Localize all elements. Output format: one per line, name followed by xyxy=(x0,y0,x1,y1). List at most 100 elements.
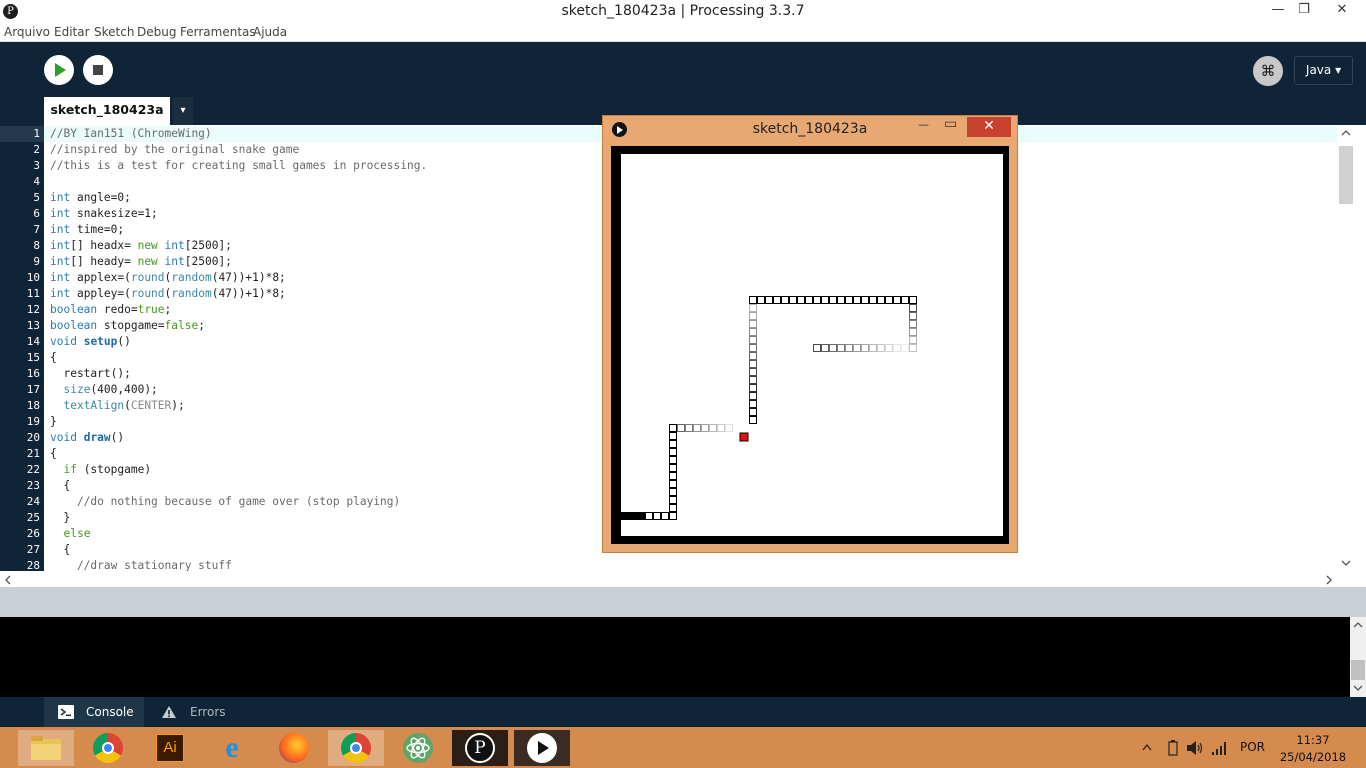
tab-errors[interactable]: Errors xyxy=(148,697,238,727)
console-scroll-thumb[interactable] xyxy=(1351,660,1365,680)
code-line: int time=0; xyxy=(50,223,125,236)
taskbar-sketch-run[interactable] xyxy=(514,730,570,766)
taskbar-internet-explorer[interactable]: e xyxy=(204,730,260,766)
game-canvas[interactable] xyxy=(621,154,1003,536)
code-line: int snakesize=1; xyxy=(50,207,158,220)
console-area[interactable] xyxy=(0,617,1350,697)
clock-date[interactable]: 25/04/2018 xyxy=(1276,750,1350,764)
close-button[interactable]: ✕ xyxy=(1327,0,1357,22)
menu-arquivo[interactable]: Arquivo xyxy=(4,25,50,39)
line-number: 16 xyxy=(26,367,40,380)
snake-tail-block xyxy=(621,512,629,520)
snake-segment xyxy=(877,296,885,304)
scroll-down-icon[interactable] xyxy=(1340,558,1352,568)
snake-tail-block xyxy=(629,512,637,520)
editor-scroll-thumb[interactable] xyxy=(1339,146,1353,204)
debugger-icon[interactable]: ⌘ xyxy=(1253,56,1283,86)
snake-segment xyxy=(805,296,813,304)
sketch-play-icon xyxy=(527,733,557,763)
snake-segment xyxy=(901,344,909,352)
snake-segment xyxy=(773,296,781,304)
taskbar-firefox[interactable] xyxy=(266,730,322,766)
menu-ajuda[interactable]: Ajuda xyxy=(253,25,287,39)
snake-segment xyxy=(821,344,829,352)
sketch-minimize-button[interactable]: — xyxy=(918,118,929,131)
console-scroll-down-icon[interactable] xyxy=(1352,683,1364,693)
taskbar-illustrator[interactable]: Ai xyxy=(142,730,198,766)
snake-segment xyxy=(725,424,733,432)
snake-segment xyxy=(749,360,757,368)
code-line: size(400,400); xyxy=(63,383,158,396)
snake-segment xyxy=(749,328,757,336)
taskbar-atom[interactable] xyxy=(390,730,446,766)
snake-segment xyxy=(693,424,701,432)
taskbar-chrome-2[interactable] xyxy=(328,730,384,766)
language-indicator[interactable]: POR xyxy=(1240,740,1265,754)
code-line: { xyxy=(50,447,57,460)
snake-segment xyxy=(717,424,725,432)
clock-time[interactable]: 11:37 xyxy=(1280,733,1346,747)
snake-segment xyxy=(869,296,877,304)
code-line: restart(); xyxy=(50,367,131,380)
snake-segment xyxy=(885,296,893,304)
line-number: 10 xyxy=(26,271,40,284)
battery-icon[interactable] xyxy=(1168,740,1178,756)
sketch-title-bar: sketch_180423a — ▭ ✕ xyxy=(603,116,1017,144)
tray-expand-icon[interactable] xyxy=(1142,743,1152,751)
title-bar: P sketch_180423a | Processing 3.3.7 — ❐ … xyxy=(0,0,1366,24)
stop-button[interactable] xyxy=(83,55,113,85)
snake-segment xyxy=(669,440,677,448)
scroll-left-icon[interactable] xyxy=(3,574,13,586)
snake-segment xyxy=(669,496,677,504)
snake-segment xyxy=(669,504,677,512)
snake-segment xyxy=(757,296,765,304)
snake-segment xyxy=(789,296,797,304)
network-icon[interactable] xyxy=(1211,740,1229,756)
mode-selector[interactable]: Java ▾ xyxy=(1294,56,1353,85)
ie-icon: e xyxy=(225,731,239,764)
menu-ferramentas[interactable]: Ferramentas xyxy=(180,25,256,39)
snake-segment xyxy=(701,424,709,432)
taskbar-chrome[interactable] xyxy=(80,730,136,766)
sketch-maximize-button[interactable]: ▭ xyxy=(944,116,957,132)
line-number: 5 xyxy=(33,191,40,204)
sketch-close-button[interactable]: ✕ xyxy=(967,117,1011,137)
snake-segment xyxy=(813,296,821,304)
scroll-up-icon[interactable] xyxy=(1340,128,1352,138)
tab-sketch[interactable]: sketch_180423a xyxy=(44,97,170,125)
snake-segment xyxy=(749,336,757,344)
snake-segment xyxy=(653,512,661,520)
snake-segment xyxy=(669,456,677,464)
taskbar-file-explorer[interactable] xyxy=(18,730,74,766)
code-line: boolean redo=true; xyxy=(50,303,172,316)
volume-icon[interactable] xyxy=(1186,740,1204,756)
snake-segment xyxy=(749,392,757,400)
menu-editar[interactable]: Editar xyxy=(54,25,90,39)
code-line: else xyxy=(63,527,91,540)
editor-horizontal-scrollbar[interactable] xyxy=(0,571,1356,587)
processing-icon: P xyxy=(465,733,495,763)
maximize-button[interactable]: ❐ xyxy=(1291,0,1317,22)
play-icon xyxy=(55,63,66,77)
snake-segment xyxy=(749,408,757,416)
scroll-right-icon[interactable] xyxy=(1324,574,1334,586)
sketch-window: sketch_180423a — ▭ ✕ xyxy=(602,115,1018,553)
line-number: 15 xyxy=(26,351,40,364)
snake-segment xyxy=(749,400,757,408)
taskbar-processing[interactable]: P xyxy=(452,730,508,766)
tab-menu-button[interactable]: ▾ xyxy=(173,97,193,125)
snake-segment xyxy=(765,296,773,304)
tab-console[interactable]: Console xyxy=(44,697,144,727)
snake-segment xyxy=(837,344,845,352)
toolbar xyxy=(0,42,1366,125)
run-button[interactable] xyxy=(44,55,74,85)
menu-debug[interactable]: Debug xyxy=(137,25,176,39)
menu-sketch[interactable]: Sketch xyxy=(94,25,134,39)
snake-segment xyxy=(893,296,901,304)
line-number: 12 xyxy=(26,303,40,316)
atom-icon xyxy=(403,733,433,763)
code-line: boolean stopgame=false; xyxy=(50,319,205,332)
minimize-button[interactable]: — xyxy=(1265,0,1291,22)
snake-segment xyxy=(909,344,917,352)
console-scroll-up-icon[interactable] xyxy=(1352,620,1364,630)
